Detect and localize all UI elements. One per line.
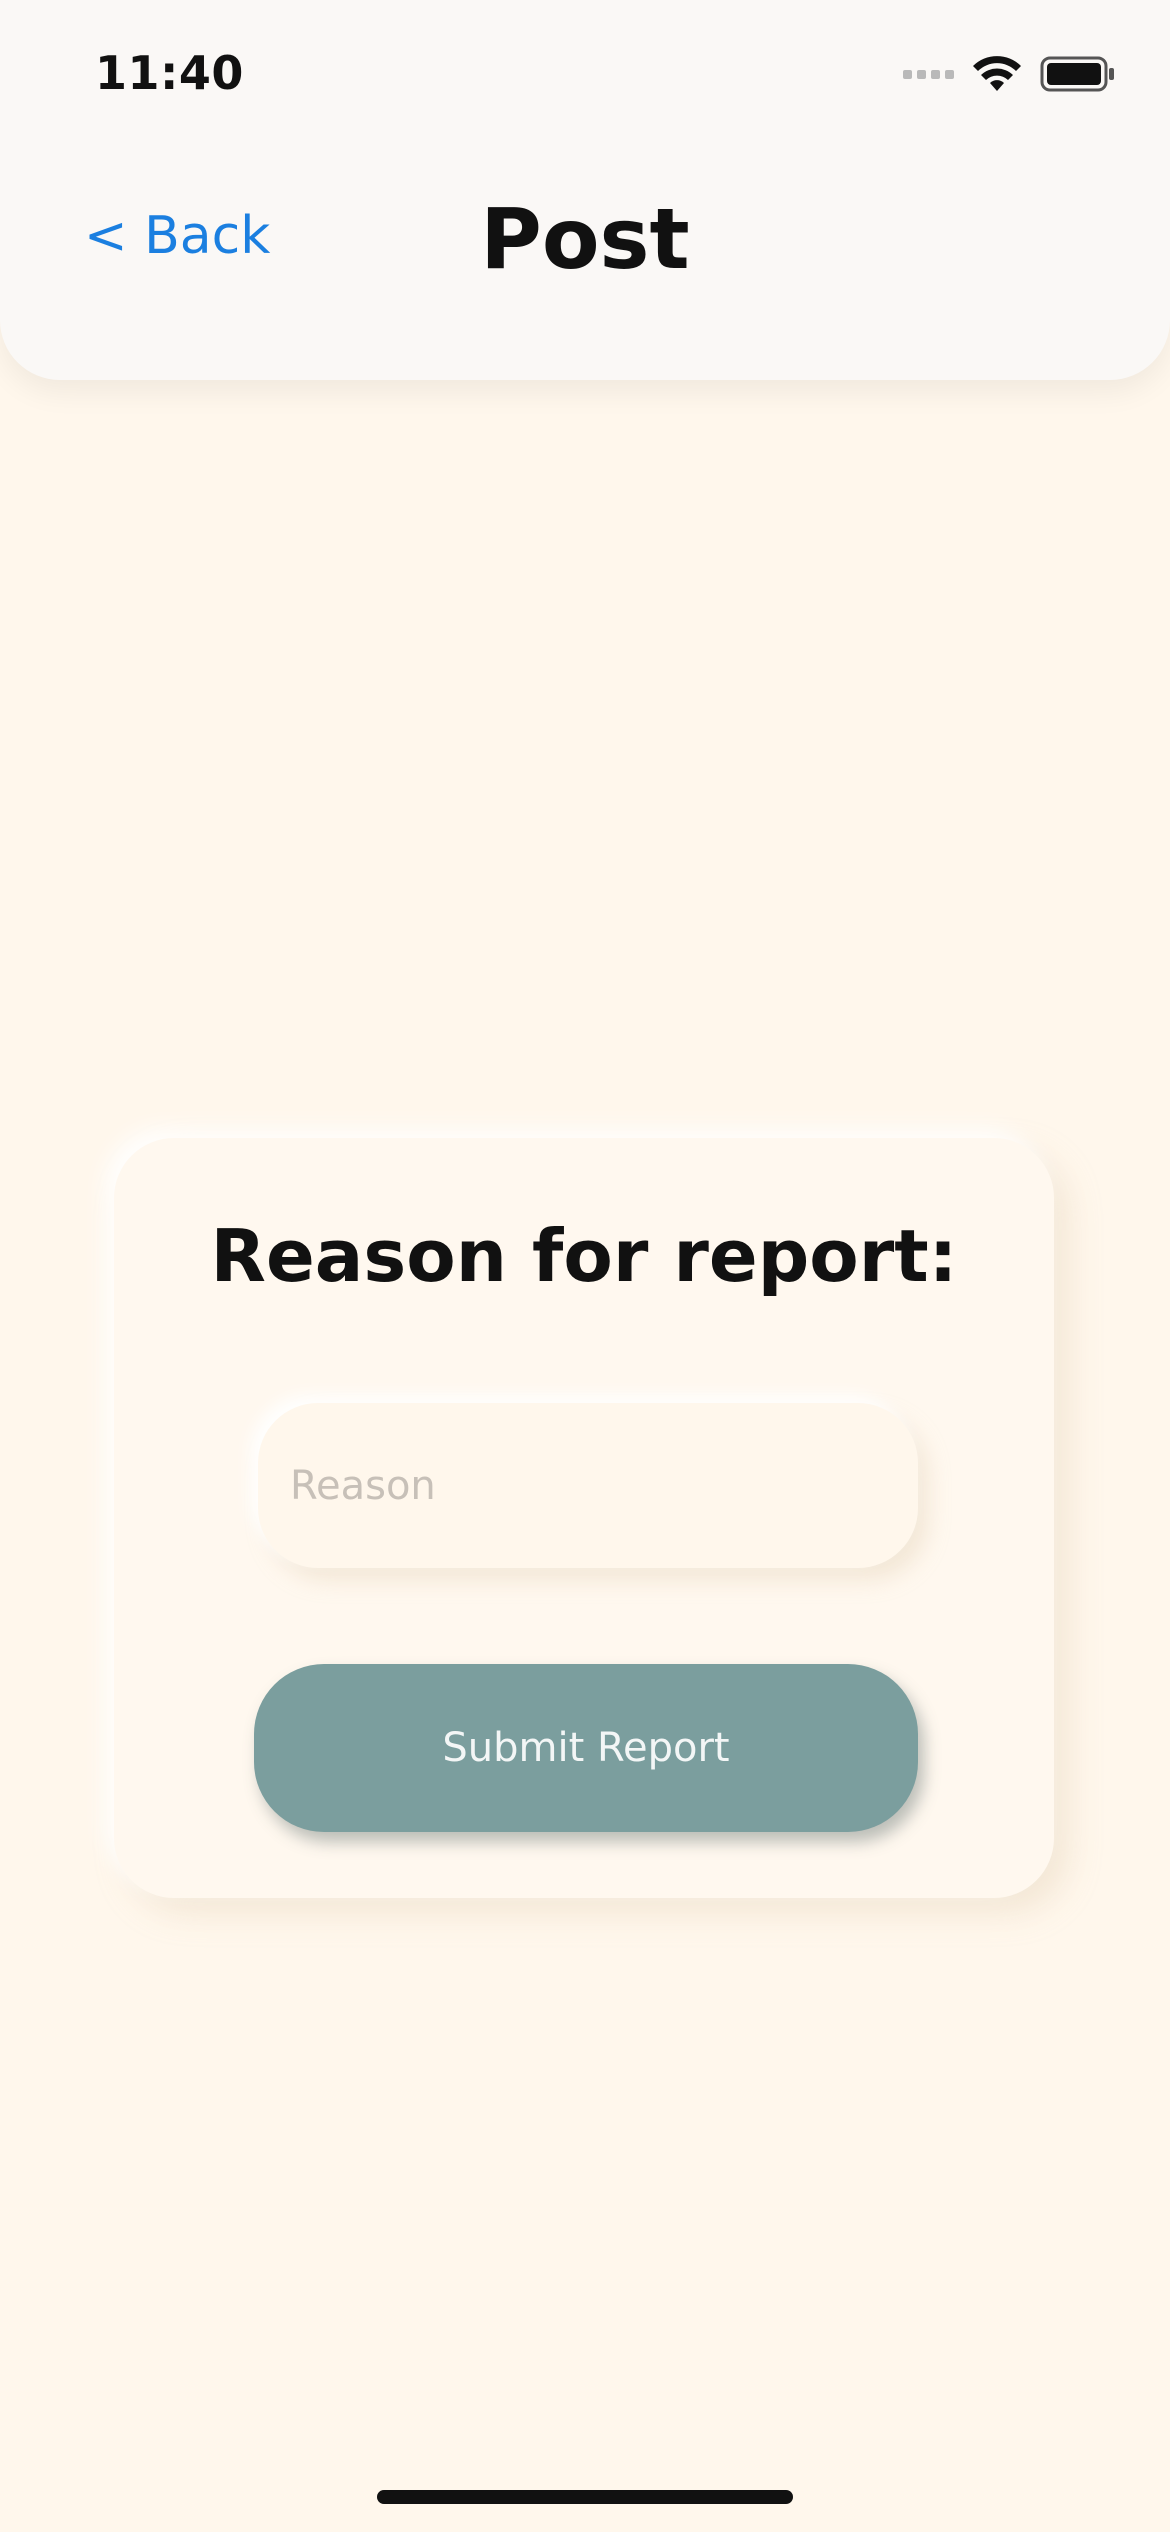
status-icons (903, 52, 1116, 96)
cellular-signal-icon (903, 69, 954, 79)
wifi-icon (973, 56, 1021, 91)
report-card: Reason for report: Submit Report (114, 1138, 1054, 1898)
submit-report-button[interactable]: Submit Report (254, 1664, 918, 1832)
battery-icon (1040, 56, 1114, 92)
reason-input[interactable] (258, 1403, 918, 1568)
status-time: 11:40 (95, 46, 244, 100)
report-screen: 11:40 < Back Post Reason for report: Sub… (0, 0, 1170, 2532)
page-title: Post (480, 190, 690, 288)
home-indicator (377, 2490, 793, 2504)
navigation-header: 11:40 < Back Post (0, 0, 1170, 380)
report-card-title: Reason for report: (210, 1214, 958, 1298)
